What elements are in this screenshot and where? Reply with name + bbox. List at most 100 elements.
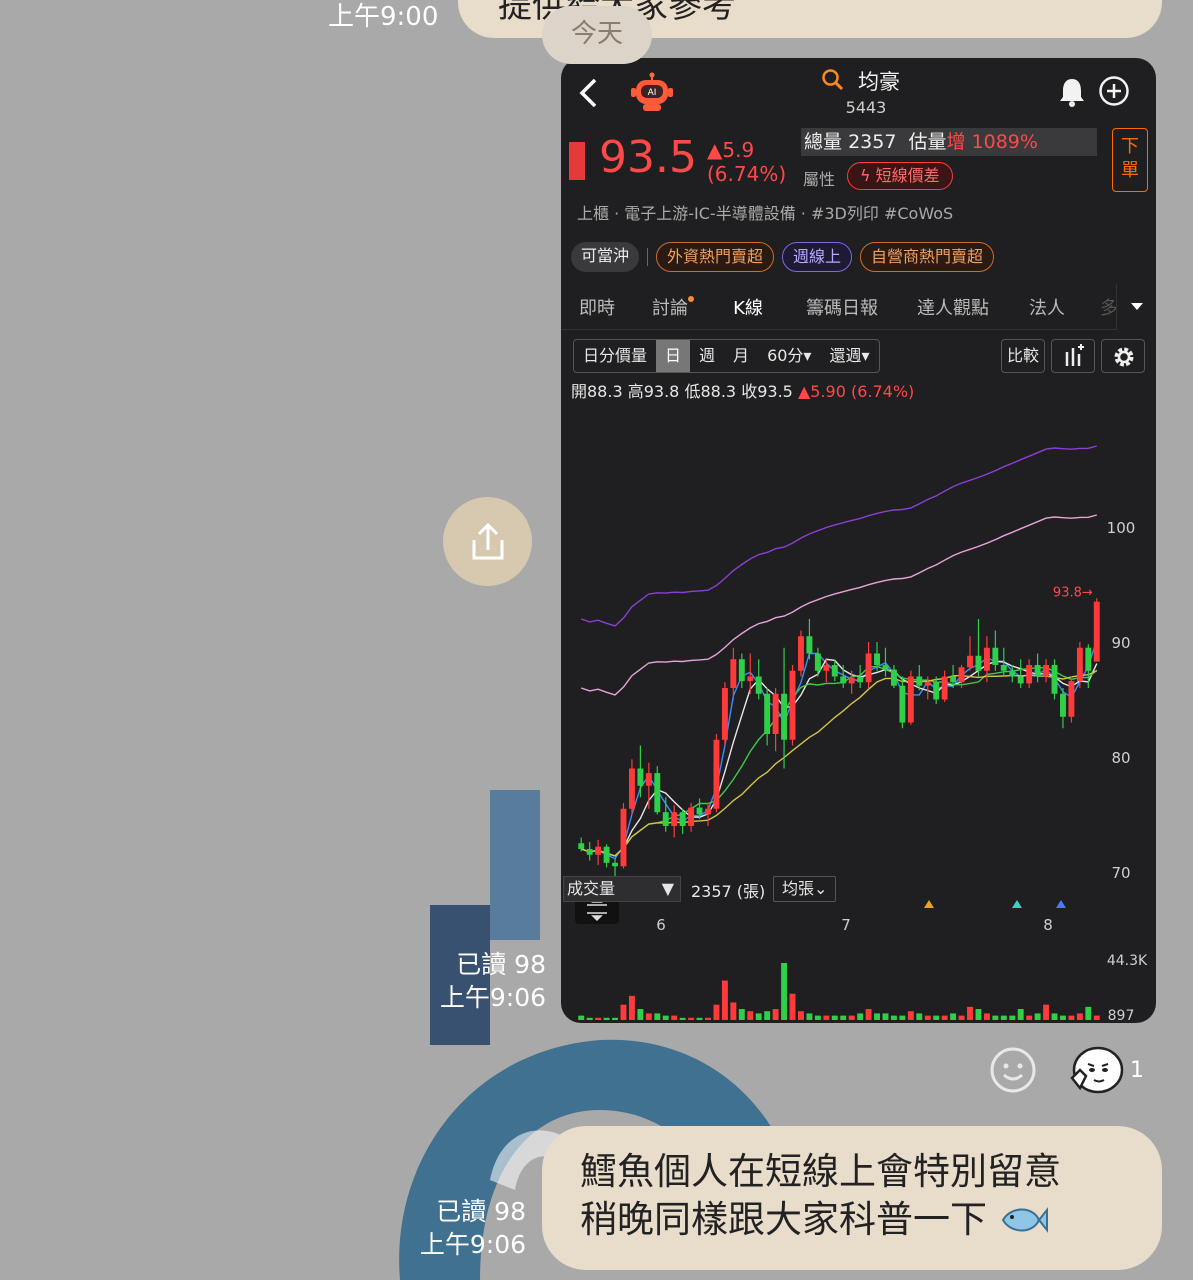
volume-bar [1000, 1015, 1007, 1020]
candle-body [772, 693, 779, 734]
add-watchlist-icon[interactable] [1098, 75, 1130, 107]
settings-button[interactable] [1101, 339, 1145, 373]
candle-body [679, 812, 686, 826]
message-bubble[interactable]: 鱈魚個人在短線上會特別留意 稍晚同樣跟大家科普一下 [542, 1126, 1162, 1270]
candle-body [848, 677, 855, 684]
volume-bar [798, 1011, 804, 1020]
indicator-button[interactable] [1051, 339, 1095, 373]
tab-institutional[interactable]: 法人 [1005, 284, 1089, 329]
candle-body [696, 807, 703, 815]
svg-text:AI: AI [648, 88, 657, 98]
tab-expert[interactable]: 達人觀點 [901, 284, 1005, 329]
stock-screenshot[interactable]: AI 均豪 5443 93.5 ▲5.9 (6.74%) 總量 2357 估量增… [561, 58, 1156, 1023]
tab-chip-daily[interactable]: 籌碼日報 [783, 284, 901, 329]
attr-tag[interactable]: ϟ 短線價差 [847, 162, 953, 190]
candle-body [789, 670, 796, 740]
ai-robot-icon[interactable]: AI [629, 72, 675, 114]
volume-bar [916, 1013, 923, 1020]
bell-icon[interactable] [1058, 76, 1086, 108]
date-divider: 今天 [542, 6, 652, 64]
candle-body [705, 808, 711, 815]
tag-divider [647, 248, 649, 266]
volume-bar [857, 1013, 864, 1020]
x-tick-label: 6 [656, 916, 666, 934]
volume-bar [637, 1009, 644, 1020]
volume-bar [789, 993, 796, 1020]
candle-body [806, 636, 813, 654]
period-month[interactable]: 月 [724, 340, 758, 372]
period-60min[interactable]: 60分▾ [758, 340, 820, 372]
volume-bar [772, 1009, 779, 1020]
order-button[interactable]: 下單 [1112, 128, 1148, 192]
candle-body [933, 682, 940, 700]
volume-bar [721, 980, 728, 1020]
tag-list: 可當沖 外資熱門賣超 週線上 自營商熱門賣超 [571, 242, 995, 272]
volume-tick-label: 897 [1108, 1008, 1135, 1023]
smiley-icon[interactable] [989, 1046, 1037, 1094]
gear-icon [1114, 347, 1134, 367]
back-icon[interactable] [577, 76, 599, 110]
volume-readout: 2357 (張) [691, 882, 766, 901]
tag-dealer-sell[interactable]: 自營商熱門賣超 [860, 242, 995, 272]
price-indicator-bar [569, 142, 585, 180]
candle-body [924, 682, 931, 686]
stock-title: 均豪 5443 [811, 66, 921, 117]
dropdown-icon: ▼ [661, 879, 674, 898]
candle-body [1060, 693, 1066, 717]
tag-foreign-sell[interactable]: 外資熱門賣超 [656, 242, 775, 272]
message-time: 上午9:00 [328, 2, 439, 32]
period-day[interactable]: 日 [656, 340, 691, 372]
tab-kline[interactable]: K線 [713, 284, 783, 329]
candle-body [603, 846, 610, 863]
share-button[interactable] [443, 497, 532, 586]
candle-body [688, 807, 695, 826]
volume-bar [907, 1011, 914, 1020]
volume-bar [848, 1015, 855, 1020]
tab-discussion[interactable]: 討論 [633, 284, 713, 329]
ma-line [580, 639, 1098, 860]
y-tick-label: 90 [1111, 634, 1130, 652]
candle-body [738, 659, 745, 682]
read-status: 已讀 98 上午9:06 [408, 1195, 526, 1261]
tag-day-trade[interactable]: 可當沖 [571, 242, 640, 272]
reaction-count: 1 [1130, 1058, 1144, 1083]
volume-toolbar: 成交量 ▼ 2357 (張) 均張⌄ [561, 876, 1156, 904]
candle-body [1076, 647, 1083, 682]
candle-body [1009, 670, 1016, 677]
x-tick-label: 8 [1043, 916, 1053, 934]
read-count: 已讀 98 [456, 950, 546, 979]
volume-bar [941, 1015, 948, 1020]
tag-weekly[interactable]: 週線上 [782, 242, 853, 272]
candlestick-chart[interactable]: 10090807093.8→←69.267844.3K897 [561, 398, 1156, 1023]
period-week[interactable]: 週 [690, 340, 724, 372]
candle-body [671, 812, 678, 826]
candle-body [781, 693, 788, 740]
candle-body [645, 773, 652, 786]
candle-body [865, 653, 872, 683]
read-count: 已讀 98 [436, 1197, 526, 1226]
volume-bar [1085, 1006, 1092, 1020]
period-minute-volume[interactable]: 日分價量 [574, 340, 656, 372]
volume-bar [1051, 1013, 1058, 1020]
tab-dropdown[interactable] [1116, 284, 1156, 330]
candle-body [831, 665, 838, 677]
volume-bar [586, 1017, 593, 1020]
x-tick-label: 7 [841, 916, 851, 934]
ma-line [580, 665, 1098, 857]
stock-price: 93.5 [599, 132, 697, 183]
period-restore[interactable]: 還週▾ [820, 340, 878, 372]
candle-body [612, 862, 618, 867]
candle-body [992, 647, 999, 665]
volume-indicator-select[interactable]: 成交量 ▼ [563, 876, 681, 902]
volume-value: 2357 [848, 131, 897, 153]
tab-realtime[interactable]: 即時 [561, 284, 633, 329]
candle-body [1085, 647, 1092, 671]
volume-bar [612, 1017, 618, 1020]
volume-avg-select[interactable]: 均張⌄ [773, 876, 837, 902]
volume-bar [730, 1002, 737, 1020]
candle-body [958, 667, 965, 683]
reaction-sticker-icon[interactable] [1068, 1044, 1124, 1096]
candle-body [890, 669, 897, 686]
compare-button[interactable]: 比較 [1001, 339, 1045, 373]
volume-bar [1076, 1013, 1083, 1020]
